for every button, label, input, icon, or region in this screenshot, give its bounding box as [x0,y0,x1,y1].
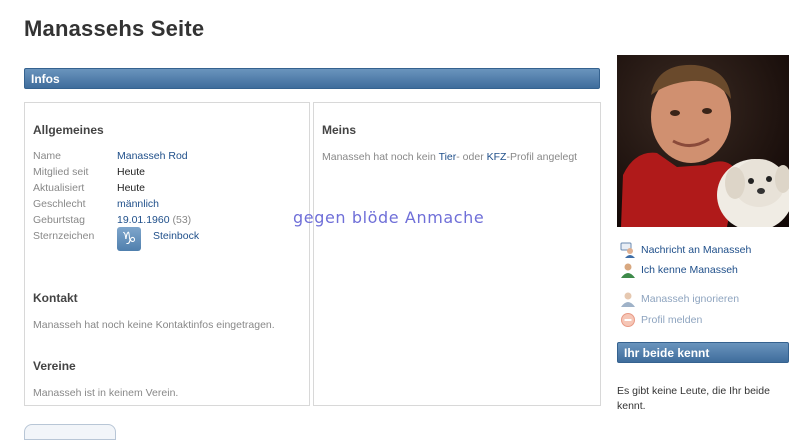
meins-text-part: -Profil angelegt [506,151,578,163]
zodiac-link[interactable]: Steinbock [153,229,199,243]
infos-meins-box: Meins Manasseh hat noch kein Tier- oder … [313,102,601,406]
report-profile-label: Profil melden [641,314,703,326]
message-user-icon [620,242,635,258]
kfz-link[interactable]: KFZ [487,151,507,163]
mutual-friends-text: Es gibt keine Leute, die Ihr beide kennt… [617,385,770,412]
info-value: Heute [117,166,146,178]
vereine-text: Manasseh ist in keinem Verein. [33,387,179,399]
meins-text-part: - oder [456,151,487,163]
tier-link[interactable]: Tier [439,151,457,163]
age-value: (53) [172,214,192,226]
message-user-label: Nachricht an Manasseh [641,244,752,256]
info-label: Sternzeichen [33,230,95,242]
report-icon [621,313,635,327]
infos-header: Infos [24,68,600,89]
meins-text-part: Manasseh hat noch kein [322,151,439,163]
page-title: Manassehs Seite [24,16,205,41]
ignore-user-icon [621,292,635,307]
birthday-value: 19.01.1960 (53) [117,213,191,227]
mutual-friends-header: Ihr beide kennt [617,342,789,363]
bottom-tab-button[interactable] [24,424,116,440]
kontakt-text: Manasseh hat noch keine Kontaktinfos ein… [33,319,275,331]
watermark-text: gegen blöde Anmache [293,208,485,227]
info-label: Name [33,150,62,162]
name-link[interactable]: Manasseh Rod [117,149,188,163]
birthday-link[interactable]: 19.01.1960 [117,214,170,226]
gender-link[interactable]: männlich [117,197,159,211]
allgemeines-heading: Allgemeines [33,123,104,137]
vereine-heading: Vereine [33,359,76,373]
capricorn-icon: ♑ [117,227,141,251]
know-user-icon [621,263,635,278]
infos-general-box: Allgemeines Name Manasseh Rod Mitglied s… [24,102,310,406]
info-label: Mitglied seit [33,166,89,178]
info-label: Geburtstag [33,214,85,226]
meins-text: Manasseh hat noch kein Tier- oder KFZ-Pr… [322,151,577,163]
ignore-user-label: Manasseh ignorieren [641,293,740,305]
info-label: Geschlecht [33,198,86,210]
kontakt-heading: Kontakt [33,291,78,305]
profile-photo-image [617,55,789,227]
know-user-label: Ich kenne Manasseh [641,264,738,276]
profile-photo [617,55,789,227]
meins-heading: Meins [322,123,357,137]
info-label: Aktualisiert [33,182,85,194]
info-value: Heute [117,182,146,194]
